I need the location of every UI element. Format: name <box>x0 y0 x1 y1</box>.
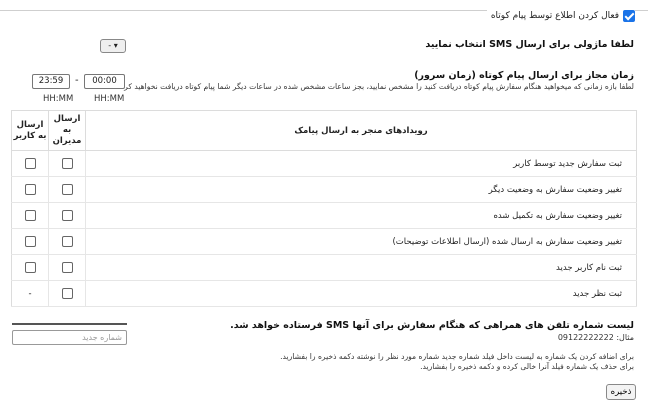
col-admin-header: ارسال به مدیران <box>48 110 86 151</box>
module-title: لطفا ماژولی برای ارسال SMS انتخاب نمایید <box>425 39 634 50</box>
admin-cell <box>48 254 86 281</box>
table-row: تغییر وضعیت سفارش به ارسال شده (ارسال اط… <box>11 228 637 255</box>
time-separator: - <box>75 75 79 86</box>
events-header: رویدادهای منجر به ارسال پیامک <box>85 110 637 151</box>
events-table: رویدادهای منجر به ارسال پیامک ارسال به م… <box>11 110 637 307</box>
event-label: ثبت سفارش جدید توسط کاربر <box>85 150 637 177</box>
user-checkbox[interactable] <box>24 262 36 273</box>
module-select-value: - <box>108 41 112 50</box>
events-header-row: رویدادهای منجر به ارسال پیامک ارسال به م… <box>11 110 637 151</box>
help-add-text: برای اضافه کردن یک شماره به لیست داخل فی… <box>280 352 634 361</box>
user-cell <box>11 150 49 177</box>
admin-checkbox[interactable] <box>61 158 73 169</box>
phone-list <box>12 323 127 325</box>
help-delete-text: برای حذف یک شماره فیلد آنرا خالی کرده و … <box>420 362 634 371</box>
table-row: تغییر وضعیت سفارش به وضعیت دیگر <box>11 176 637 203</box>
event-label: ثبت نام کاربر جدید <box>85 254 637 281</box>
user-checkbox[interactable] <box>24 210 36 221</box>
chevron-down-icon: ▾ <box>113 41 118 50</box>
admin-cell <box>48 150 86 177</box>
event-label: تغییر وضعیت سفارش به ارسال شده (ارسال اط… <box>85 228 637 255</box>
admin-checkbox[interactable] <box>61 210 73 221</box>
help-add: برای اضافه کردن یک شماره به لیست داخل فی… <box>280 352 634 361</box>
help-delete: برای حذف یک شماره فیلد آنرا خالی کرده و … <box>420 362 634 371</box>
event-label: تغییر وضعیت سفارش به وضعیت دیگر <box>85 176 637 203</box>
admin-cell <box>48 176 86 203</box>
time-note: لطفا بازه زمانی که میخواهید هنگام سفارش … <box>118 82 634 91</box>
table-row: ثبت سفارش جدید توسط کاربر <box>11 150 637 177</box>
user-checkbox[interactable] <box>24 236 36 247</box>
time-to-format: HH:MM <box>43 94 74 104</box>
time-to-input[interactable]: 23:59 <box>32 74 70 89</box>
phones-example: مثال: 09122222222 <box>557 333 634 342</box>
user-checkbox[interactable] <box>24 184 36 195</box>
user-checkbox[interactable] <box>24 158 36 169</box>
time-from-format: HH:MM <box>94 94 125 104</box>
admin-checkbox[interactable] <box>61 184 73 195</box>
table-row: ثبت نام کاربر جدید <box>11 254 637 281</box>
phones-title: لیست شماره تلفن های همراهی که هنگام سفار… <box>230 320 634 331</box>
time-from-input[interactable]: 00:00 <box>84 74 125 89</box>
enable-sms-legend: فعال کردن اطلاع توسط پیام کوتاه <box>486 10 635 22</box>
event-label: ثبت نظر جدید <box>85 280 637 307</box>
user-cell <box>11 254 49 281</box>
admin-checkbox[interactable] <box>61 288 73 299</box>
event-label: تغییر وضعیت سفارش به تکمیل شده <box>85 202 637 229</box>
admin-cell <box>48 228 86 255</box>
enable-sms-checkbox[interactable] <box>623 10 635 22</box>
module-select[interactable]: - ▾ <box>100 39 126 53</box>
time-title: زمان مجاز برای ارسال پیام کوتاه (زمان سر… <box>414 70 634 81</box>
save-button[interactable]: ذخیره <box>606 384 636 400</box>
new-phone-input[interactable]: شماره جدید <box>12 330 127 345</box>
table-row: تغییر وضعیت سفارش به تکمیل شده <box>11 202 637 229</box>
user-cell <box>11 228 49 255</box>
enable-sms-label: فعال کردن اطلاع توسط پیام کوتاه <box>490 11 619 21</box>
user-cell: - <box>11 280 49 307</box>
admin-checkbox[interactable] <box>61 262 73 273</box>
admin-checkbox[interactable] <box>61 236 73 247</box>
user-cell <box>11 202 49 229</box>
user-cell <box>11 176 49 203</box>
user-not-applicable: - <box>28 288 32 299</box>
col-user-header: ارسال به کاربر <box>11 110 49 151</box>
admin-cell <box>48 280 86 307</box>
table-row: ثبت نظر جدید - <box>11 280 637 307</box>
admin-cell <box>48 202 86 229</box>
